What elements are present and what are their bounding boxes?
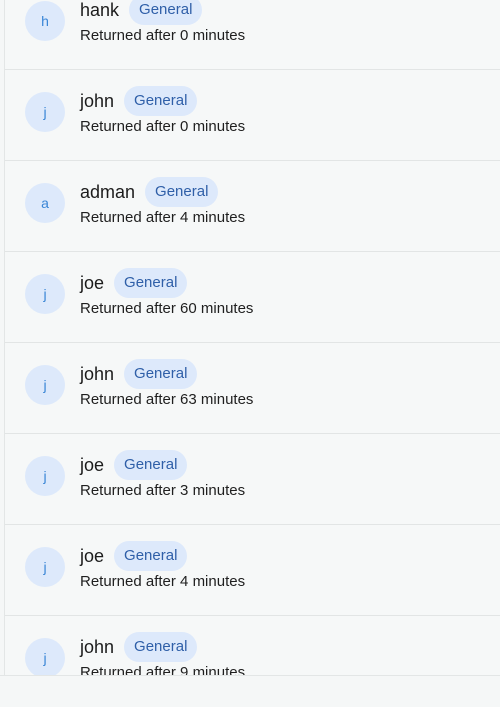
list-item[interactable]: j joe General Returned after 60 minutes bbox=[5, 252, 500, 343]
category-badge: General bbox=[124, 86, 198, 116]
list-item[interactable]: j joe General Returned after 3 minutes bbox=[5, 434, 500, 525]
category-badge: General bbox=[124, 632, 198, 662]
name-line: john General bbox=[80, 631, 198, 663]
user-name: joe bbox=[80, 272, 105, 293]
return-status: Returned after 9 minutes bbox=[80, 664, 246, 675]
category-badge: General bbox=[114, 268, 188, 298]
name-line: joe General bbox=[80, 267, 188, 299]
avatar: j bbox=[25, 547, 65, 587]
avatar: a bbox=[25, 183, 65, 223]
name-line: john General bbox=[80, 85, 198, 117]
avatar: j bbox=[25, 365, 65, 405]
returned-users-list[interactable]: h hank General Returned after 0 minutes … bbox=[4, 0, 500, 675]
name-line: adman General bbox=[80, 176, 219, 208]
user-name: john bbox=[80, 363, 115, 384]
return-status: Returned after 3 minutes bbox=[80, 482, 246, 499]
return-status: Returned after 0 minutes bbox=[80, 27, 246, 44]
list-item[interactable]: j john General Returned after 9 minutes bbox=[5, 616, 500, 675]
user-name: john bbox=[80, 636, 115, 657]
user-name: john bbox=[80, 90, 115, 111]
name-line: joe General bbox=[80, 449, 188, 481]
avatar: j bbox=[25, 274, 65, 314]
user-name: hank bbox=[80, 0, 120, 20]
return-status: Returned after 60 minutes bbox=[80, 300, 254, 317]
list-item[interactable]: j joe General Returned after 4 minutes bbox=[5, 525, 500, 616]
list-item[interactable]: a adman General Returned after 4 minutes bbox=[5, 161, 500, 252]
category-badge: General bbox=[145, 177, 219, 207]
category-badge: General bbox=[114, 450, 188, 480]
list-item[interactable]: j john General Returned after 63 minutes bbox=[5, 343, 500, 434]
page: h hank General Returned after 0 minutes … bbox=[0, 0, 500, 707]
user-name: joe bbox=[80, 454, 105, 475]
category-badge: General bbox=[129, 0, 203, 25]
category-badge: General bbox=[114, 541, 188, 571]
name-line: joe General bbox=[80, 540, 188, 572]
return-status: Returned after 63 minutes bbox=[80, 391, 254, 408]
avatar: j bbox=[25, 92, 65, 132]
list-item[interactable]: h hank General Returned after 0 minutes bbox=[5, 0, 500, 70]
avatar: h bbox=[25, 1, 65, 41]
user-name: adman bbox=[80, 181, 136, 202]
list-content: h hank General Returned after 0 minutes … bbox=[5, 0, 500, 675]
return-status: Returned after 4 minutes bbox=[80, 573, 246, 590]
name-line: john General bbox=[80, 358, 198, 390]
name-line: hank General bbox=[80, 0, 203, 26]
bottom-bar bbox=[0, 675, 500, 707]
list-item[interactable]: j john General Returned after 0 minutes bbox=[5, 70, 500, 161]
return-status: Returned after 0 minutes bbox=[80, 118, 246, 135]
return-status: Returned after 4 minutes bbox=[80, 209, 246, 226]
avatar: j bbox=[25, 456, 65, 496]
category-badge: General bbox=[124, 359, 198, 389]
avatar: j bbox=[25, 638, 65, 675]
user-name: joe bbox=[80, 545, 105, 566]
